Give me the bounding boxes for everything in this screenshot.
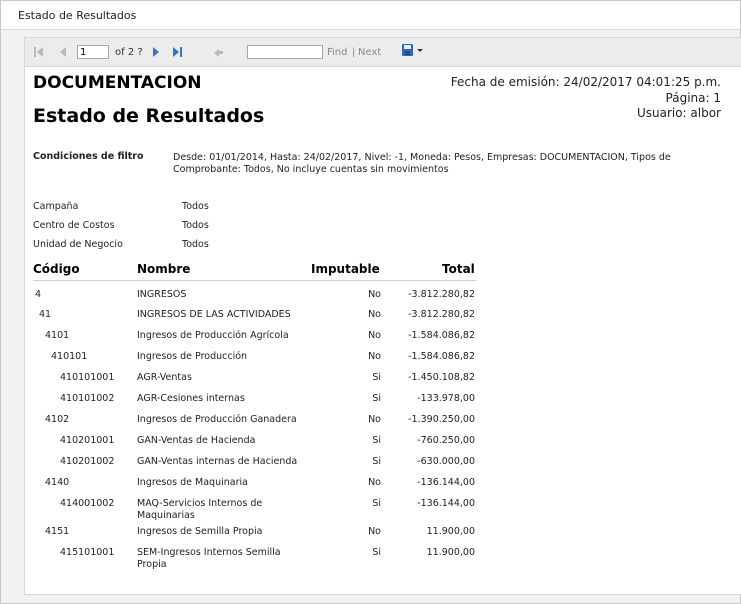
row-name: MAQ-Servicios Internos de	[137, 498, 263, 509]
row-total: -1.390.250,00	[408, 414, 475, 425]
filter-value-unidad-negocio: Todos	[182, 239, 209, 250]
row-name: Ingresos de Maquinaria	[137, 477, 248, 488]
back-to-parent-icon[interactable]	[213, 46, 225, 58]
filter-text-line1: Desde: 01/01/2014, Hasta: 24/02/2017, Ni…	[173, 152, 671, 163]
row-total: -133.978,00	[417, 393, 475, 404]
window-title: Estado de Resultados	[1, 1, 740, 30]
issue-date: Fecha de emisión: 24/02/2017 04:01:25 p.…	[450, 75, 721, 89]
filter-label-unidad-negocio: Unidad de Negocio	[33, 239, 123, 250]
page-count: of 2 ?	[115, 47, 143, 58]
row-total: -136.144,00	[417, 477, 475, 488]
column-header-total: Total	[442, 262, 475, 276]
row-total: -3.812.280,82	[408, 309, 475, 320]
report-window: Estado de Resultados of 2 ?	[0, 0, 741, 604]
row-code: 410101002	[60, 393, 115, 404]
column-header-code: Código	[33, 262, 80, 276]
row-code: 415101001	[60, 547, 115, 558]
row-code: 410101001	[60, 372, 115, 383]
report-viewer: of 2 ? Find | Next	[24, 37, 741, 595]
find-link[interactable]: Find	[327, 47, 348, 58]
row-name: INGRESOS DE LAS ACTIVIDADES	[137, 309, 291, 320]
row-name: GAN-Ventas de Hacienda	[137, 435, 256, 446]
row-code: 4101	[45, 330, 70, 341]
row-total: -760.250,00	[417, 435, 475, 446]
row-total: -3.812.280,82	[408, 289, 475, 300]
filter-label-centro-costos: Centro de Costos	[33, 220, 115, 231]
header-divider	[33, 280, 476, 281]
report-title: Estado de Resultados	[33, 105, 265, 127]
row-code: 410101	[51, 351, 88, 362]
export-save-icon[interactable]	[402, 44, 424, 56]
find-input[interactable]	[247, 45, 323, 59]
row-name: GAN-Ventas internas de Hacienda	[137, 456, 298, 467]
row-code: 414001002	[60, 498, 115, 509]
column-header-imputable: Imputable	[311, 262, 380, 276]
filter-value-campana: Todos	[182, 201, 209, 212]
filter-label-campana: Campaña	[33, 201, 79, 212]
row-total: -1.584.086,82	[408, 330, 475, 341]
row-total: -630.000,00	[417, 456, 475, 467]
page-indicator: Página: 1	[665, 91, 721, 105]
row-name: AGR-Cesiones internas	[137, 393, 245, 404]
find-separator: |	[352, 47, 356, 58]
next-link[interactable]: Next	[358, 47, 381, 58]
row-code: 4151	[45, 526, 70, 537]
row-code: 410201001	[60, 435, 115, 446]
row-name: Ingresos de Semilla Propia	[137, 526, 263, 537]
row-total: -136.144,00	[417, 498, 475, 509]
row-name: Ingresos de Producción	[137, 351, 248, 362]
row-name: SEM-Ingresos Internos Semilla	[137, 547, 281, 558]
filter-text-line2: Comprobante: Todos, No incluye cuentas s…	[173, 164, 449, 175]
row-name: Ingresos de Producción Ganadera	[137, 414, 297, 425]
row-name-continued: Propia	[137, 559, 167, 570]
filter-conditions-text: Desde: 01/01/2014, Hasta: 24/02/2017, Ni…	[173, 152, 713, 176]
column-header-name: Nombre	[137, 262, 191, 276]
row-code: 41	[39, 309, 52, 320]
company-name: DOCUMENTACION	[33, 73, 202, 93]
previous-page-icon[interactable]	[58, 46, 70, 58]
row-code: 4140	[45, 477, 70, 488]
report-toolbar: of 2 ? Find | Next	[25, 38, 741, 67]
row-name: Ingresos de Producción Agrícola	[137, 330, 289, 341]
filter-value-centro-costos: Todos	[182, 220, 209, 231]
row-total: -1.584.086,82	[408, 351, 475, 362]
first-page-icon[interactable]	[34, 46, 46, 58]
row-name: AGR-Ventas	[137, 372, 192, 383]
row-code: 410201002	[60, 456, 115, 467]
row-total: -1.450.108,82	[408, 372, 475, 383]
user-label: Usuario: albor	[636, 106, 721, 120]
last-page-icon[interactable]	[172, 46, 184, 58]
next-page-icon[interactable]	[151, 46, 163, 58]
filter-conditions-label: Condiciones de filtro	[33, 151, 144, 162]
row-code: 4	[35, 289, 42, 300]
row-name-continued: Maquinarias	[137, 510, 195, 521]
row-total: 11.900,00	[426, 547, 475, 558]
row-total: 11.900,00	[426, 526, 475, 537]
page-number-input[interactable]	[77, 45, 109, 59]
chevron-down-icon	[417, 49, 423, 52]
row-code: 4102	[45, 414, 70, 425]
row-name: INGRESOS	[137, 289, 187, 300]
